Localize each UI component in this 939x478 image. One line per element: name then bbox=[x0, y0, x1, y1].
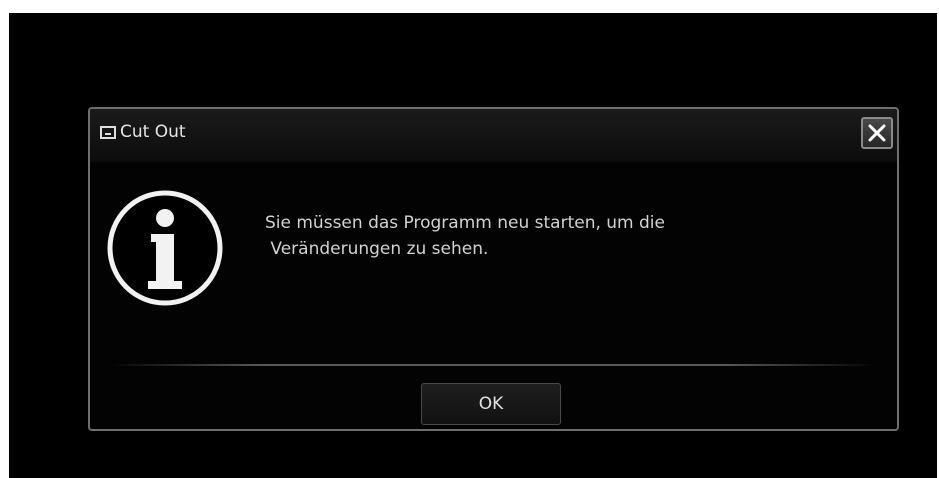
screen-background: Cut Out Sie müssen das Programm neu star… bbox=[9, 13, 937, 478]
dialog-message: Sie müssen das Programm neu starten, um … bbox=[265, 210, 825, 262]
message-line: Veränderungen zu sehen. bbox=[265, 239, 489, 259]
info-dialog: Cut Out Sie müssen das Programm neu star… bbox=[88, 107, 899, 431]
window-icon bbox=[100, 126, 116, 139]
info-icon bbox=[107, 190, 223, 306]
message-line: Sie müssen das Programm neu starten, um … bbox=[265, 213, 665, 233]
ok-button[interactable]: OK bbox=[421, 383, 561, 425]
dialog-title: Cut Out bbox=[120, 122, 186, 142]
close-button[interactable] bbox=[861, 117, 893, 149]
separator bbox=[110, 364, 877, 366]
close-icon bbox=[868, 124, 886, 142]
title-bar[interactable]: Cut Out bbox=[90, 109, 897, 162]
